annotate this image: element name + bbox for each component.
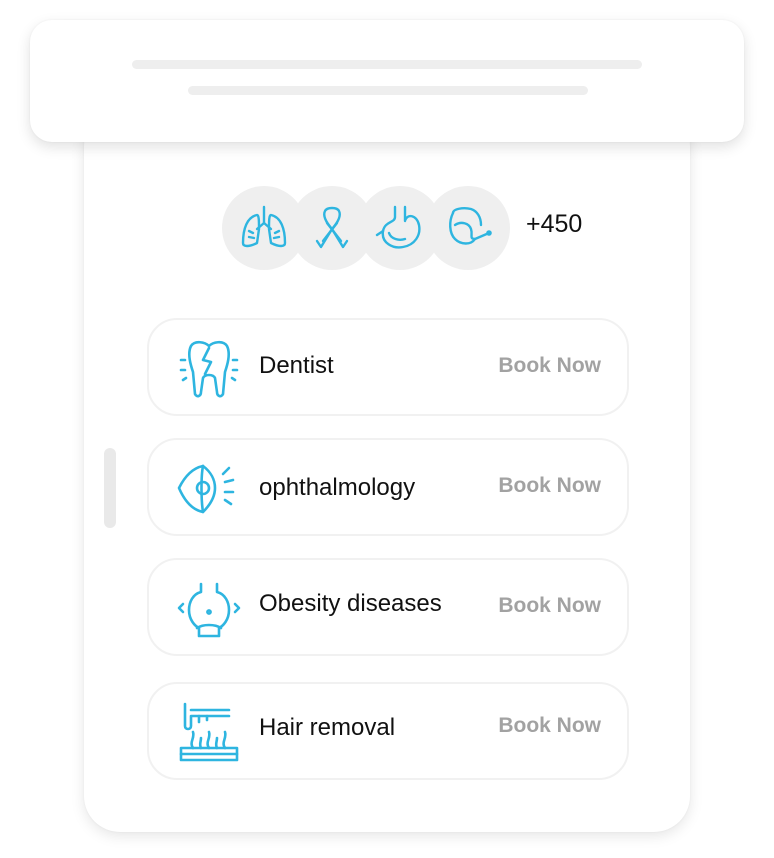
service-card-ophthalmology[interactable]: ophthalmology Book Now [147, 438, 629, 536]
header-card [30, 20, 744, 142]
specialties-row: +450 [222, 186, 622, 270]
laser-hair-icon [179, 702, 239, 762]
book-now-button[interactable]: Book Now [498, 594, 601, 618]
service-name: ophthalmology [259, 474, 416, 501]
book-now-button[interactable]: Book Now [498, 354, 601, 378]
tooth-icon [179, 340, 239, 398]
service-card-hair-removal[interactable]: Hair removal Book Now [147, 682, 629, 780]
book-now-button[interactable]: Book Now [498, 474, 601, 498]
belly-icon [177, 582, 241, 638]
eye-icon [177, 464, 235, 514]
service-card-dentist[interactable]: Dentist Book Now [147, 318, 629, 416]
service-name: Hair removal [259, 714, 396, 741]
service-name: Dentist [259, 352, 334, 379]
header-placeholder-line [132, 60, 642, 69]
more-specialties-count[interactable]: +450 [526, 210, 582, 239]
scrollbar-handle[interactable] [104, 448, 116, 528]
service-card-obesity[interactable]: Obesity diseases Book Now [147, 558, 629, 656]
book-now-button[interactable]: Book Now [498, 714, 601, 738]
service-name: Obesity diseases [259, 590, 442, 617]
lungs-icon[interactable] [222, 186, 306, 270]
header-placeholder-line [188, 86, 588, 95]
